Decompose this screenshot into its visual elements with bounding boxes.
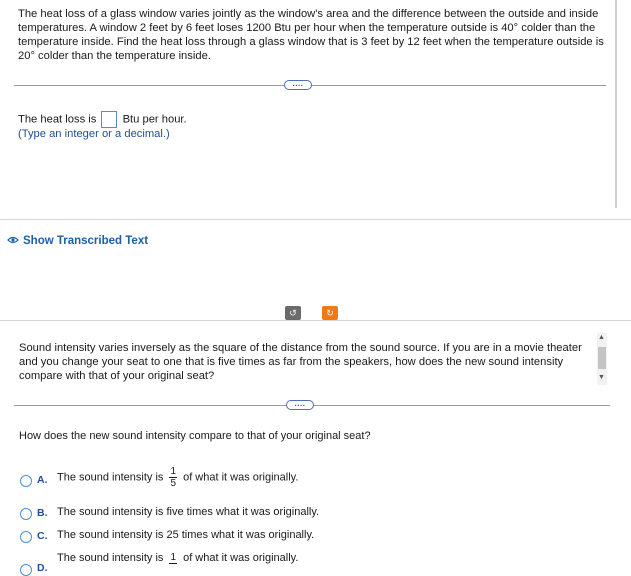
- option-letter: C.: [37, 530, 48, 542]
- answer-prefix: The heat loss is: [18, 113, 97, 126]
- option-b-text: The sound intensity is five times what i…: [57, 506, 320, 518]
- expand-more-button[interactable]: ....: [286, 400, 314, 410]
- problem2-line: compare with that of your original seat?: [19, 370, 215, 382]
- panel-edge: [615, 0, 617, 208]
- expand-more-button[interactable]: ....: [284, 80, 312, 90]
- problem1-line: temperatures. A window 2 feet by 6 feet …: [18, 22, 596, 34]
- option-d-text: The sound intensity is 1 of what it was …: [57, 552, 299, 565]
- eye-icon: [7, 231, 19, 249]
- option-text-pre: The sound intensity is: [57, 552, 164, 564]
- option-letter: A.: [37, 474, 48, 486]
- answer-suffix: Btu per hour.: [122, 113, 187, 126]
- option-letter: B.: [37, 507, 48, 519]
- fraction-numerator: 1: [169, 552, 178, 565]
- option-text-post: of what it was originally.: [183, 471, 299, 484]
- fraction-denominator: 5: [170, 478, 177, 489]
- fraction: 1 5: [169, 466, 178, 489]
- fraction: 1: [169, 552, 178, 565]
- problem1-line: The heat loss of a glass window varies j…: [18, 8, 599, 20]
- scrollbar[interactable]: ▲ ▼: [597, 333, 607, 385]
- show-transcribed-label: Show Transcribed Text: [23, 235, 149, 248]
- problem1-line: 20° colder than the temperature inside.: [18, 50, 211, 62]
- reset-button[interactable]: ↻: [322, 306, 338, 320]
- option-d-radio[interactable]: [20, 564, 32, 576]
- problem2-line: Sound intensity varies inversely as the …: [19, 342, 582, 354]
- option-letter: D.: [37, 562, 48, 574]
- rotate-button[interactable]: ↺: [285, 306, 301, 320]
- answer-hint: (Type an integer or a decimal.): [18, 128, 170, 140]
- image-top-border: [0, 320, 631, 321]
- rotate-icon: ↺: [289, 308, 297, 318]
- show-transcribed-link[interactable]: Show Transcribed Text: [7, 231, 148, 249]
- problem2-statement: Sound intensity varies inversely as the …: [19, 341, 594, 383]
- section-divider: [0, 219, 631, 220]
- problem1-line: temperature inside. Find the heat loss t…: [18, 36, 604, 48]
- option-text-pre: The sound intensity is: [57, 471, 164, 484]
- scroll-thumb[interactable]: [598, 347, 606, 369]
- problem2-line: and you change your seat to one that is …: [19, 356, 564, 368]
- answer-row: The heat loss is Btu per hour.: [18, 111, 187, 128]
- option-text-post: of what it was originally.: [183, 552, 299, 564]
- problem1-statement: The heat loss of a glass window varies j…: [18, 7, 618, 63]
- scroll-up-icon[interactable]: ▲: [598, 334, 605, 341]
- question-text: How does the new sound intensity compare…: [19, 430, 371, 442]
- scroll-down-icon[interactable]: ▼: [598, 374, 605, 381]
- option-a-radio[interactable]: [20, 475, 32, 487]
- reset-icon: ↻: [326, 308, 334, 318]
- heat-loss-answer-input[interactable]: [101, 111, 118, 128]
- option-b-radio[interactable]: [20, 508, 32, 520]
- option-c-text: The sound intensity is 25 times what it …: [57, 529, 315, 541]
- option-c-radio[interactable]: [20, 531, 32, 543]
- fraction-numerator: 1: [169, 466, 178, 478]
- option-a-text: The sound intensity is 1 5 of what it wa…: [57, 466, 298, 489]
